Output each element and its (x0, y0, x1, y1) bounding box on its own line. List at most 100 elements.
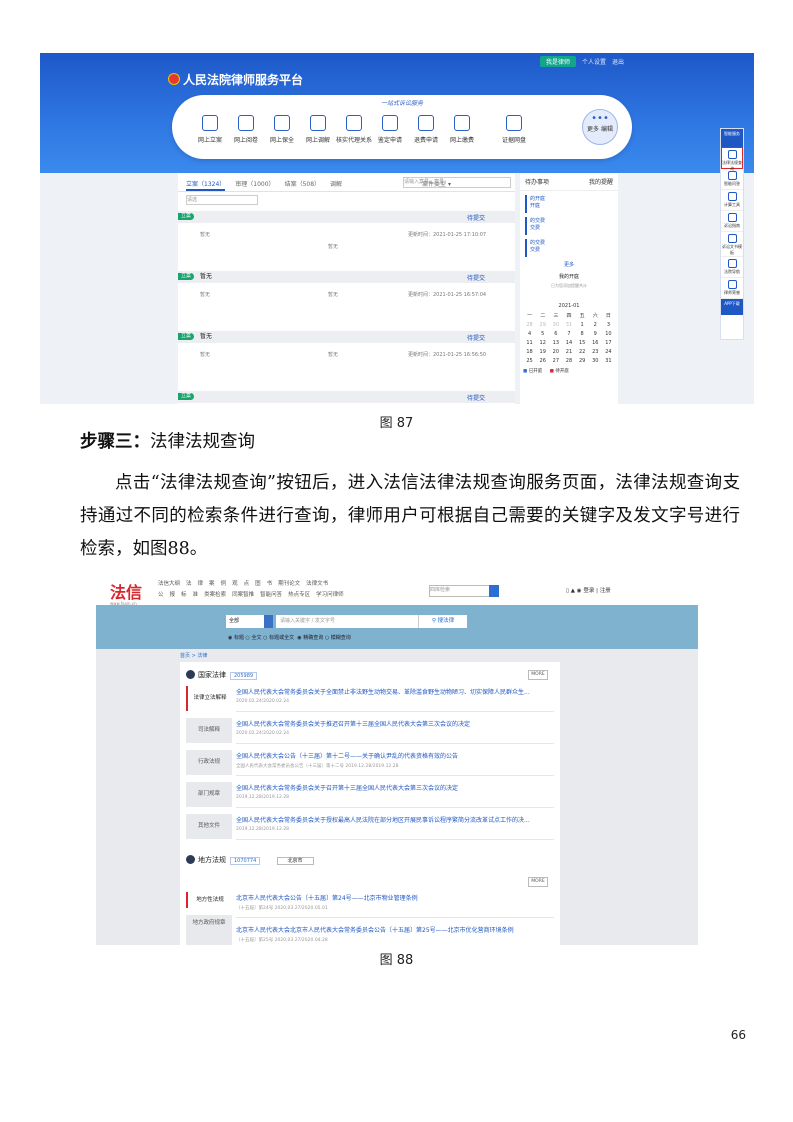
breadcrumb[interactable]: 首页 > 法律 (180, 652, 207, 659)
calendar-day[interactable]: 6 (549, 331, 562, 337)
menu-item[interactable]: 标 (181, 592, 187, 598)
cat-local-law[interactable]: 地方性法规 (186, 892, 232, 908)
calendar-day[interactable]: 25 (523, 358, 536, 364)
calendar-day[interactable]: 29 (576, 358, 589, 364)
case-search-input[interactable]: 请输入案号、案号 (403, 177, 511, 188)
calendar-day[interactable]: 21 (562, 349, 575, 355)
nav-appraisal-request[interactable]: 鉴定申请 (372, 115, 408, 144)
calendar-day[interactable]: 28 (562, 358, 575, 364)
law-row[interactable]: 全国人民代表大会常务委员会关于召开第十三届全国人民代表大会第三次会议的决定 201… (236, 778, 554, 808)
menu-item[interactable]: 学习问律师 (316, 592, 344, 598)
local-more-button[interactable]: MORE (528, 877, 548, 887)
calendar-day[interactable]: 12 (536, 340, 549, 346)
nav-online-review[interactable]: 网上阅卷 (228, 115, 264, 144)
radio-exact[interactable]: 精确查询 (303, 635, 323, 641)
menu-item[interactable]: 图 (255, 581, 261, 587)
nav-verify-agency[interactable]: 核实代理关系 (336, 115, 372, 144)
nav-online-preservation[interactable]: 网上保全 (264, 115, 300, 144)
register-link[interactable]: 注册 (600, 588, 611, 594)
radio-fulltext[interactable]: 全文 (252, 635, 262, 641)
radio-fuzzy[interactable]: 模糊查询 (331, 635, 351, 641)
sidebar-item-guide[interactable]: 诉讼指南 (721, 211, 743, 232)
keyword-input[interactable]: 请输入关键字 / 发文字号 (276, 615, 422, 628)
cat-department[interactable]: 部门规章 (186, 782, 232, 807)
login-link[interactable]: 登录 (583, 588, 594, 594)
case-filter-select[interactable]: 请选 (186, 195, 258, 205)
menu-item[interactable]: 案 (209, 581, 215, 587)
calendar-day[interactable]: 22 (576, 349, 589, 355)
nav-online-mediation[interactable]: 网上调解 (300, 115, 336, 144)
submit-link[interactable]: 待提交 (467, 213, 485, 222)
sidebar-item-navigation[interactable]: 法院导航 (721, 257, 743, 278)
role-select[interactable]: 我是律师 (539, 55, 576, 67)
todo-item[interactable]: 的交费 交费 (525, 239, 613, 257)
menu-item[interactable]: 热点专区 (288, 592, 310, 598)
sidebar-item-calculator[interactable]: 计算工具 (721, 190, 743, 211)
national-more-button[interactable]: MORE (528, 670, 548, 680)
calendar-day[interactable]: 26 (536, 358, 549, 364)
calendar-day[interactable]: 30 (549, 322, 562, 328)
calendar-day[interactable]: 10 (602, 331, 615, 337)
scope-select[interactable]: 全部 (226, 615, 273, 628)
search-law-button[interactable]: ⚲ 搜法律 (418, 615, 467, 628)
nav-online-filing[interactable]: 网上立案 (192, 115, 228, 144)
nav-online-payment[interactable]: 网上缴费 (444, 115, 480, 144)
calendar-day[interactable]: 5 (536, 331, 549, 337)
calendar-day[interactable]: 24 (602, 349, 615, 355)
search-icon[interactable] (489, 585, 499, 597)
case-card[interactable]: 暂无 立案 待提交 暂无 暂无 更新时间：2021-01-25 16:56:50 (178, 331, 515, 392)
calendar-day[interactable]: 31 (602, 358, 615, 364)
sidebar-app-download[interactable]: APP下载 (721, 299, 743, 315)
cat-admin[interactable]: 行政法规 (186, 750, 232, 775)
menu-item[interactable]: 类案检索 (204, 592, 226, 598)
radio-title[interactable]: 标题 (234, 635, 244, 641)
law-row[interactable]: 全国人民代表大会常务委员会关于推迟召开第十三届全国人民代表大会第三次会议的决定 2… (236, 714, 554, 744)
todo-item[interactable]: 的交费 交费 (525, 217, 613, 235)
tab-closed[interactable]: 结案（508） (285, 179, 320, 191)
calendar-day[interactable]: 8 (576, 331, 589, 337)
calendar-day[interactable]: 31 (562, 322, 575, 328)
cat-local-gov-rule[interactable]: 地方政府规章 (186, 915, 232, 945)
calendar-day[interactable]: 13 (549, 340, 562, 346)
logout-link[interactable]: 退出 (612, 57, 624, 66)
submit-link[interactable]: 待提交 (467, 393, 485, 402)
law-row[interactable]: 全国人民代表大会公告（十三届）第十二号——关于确认尹乱的代表资格有效的公告 全国人… (236, 746, 554, 776)
menu-item[interactable]: 报 (170, 592, 176, 598)
case-card[interactable]: 立案 待提交 (178, 391, 515, 404)
cat-law[interactable]: 法律立法解释 (186, 686, 232, 711)
calendar-day[interactable]: 28 (523, 322, 536, 328)
menu-item[interactable]: 法信大纲 (158, 581, 180, 587)
location-select[interactable]: 北京市 (276, 857, 314, 865)
law-row[interactable]: 北京市人民代表大会北京市人民代表大会常务委员会公告〔十五届〕第25号——北京市优… (236, 920, 554, 945)
case-card[interactable]: 暂无 立案 待提交 暂无 暂无 更新时间：2021-01-25 16:57:04 (178, 271, 515, 332)
menu-item[interactable]: 律 (198, 581, 204, 587)
reminder-checkbox[interactable]: 我的提醒 (589, 177, 613, 186)
faxin-logo[interactable]: 法信 www.faxin.cn (110, 579, 142, 606)
tab-mediation[interactable]: 调解 (330, 179, 342, 191)
tab-trial[interactable]: 审理（1000） (235, 179, 274, 191)
radio-title-or-fulltext[interactable]: 标题或全文 (269, 635, 294, 641)
submit-link[interactable]: 待提交 (467, 333, 485, 342)
calendar-day[interactable]: 20 (549, 349, 562, 355)
calendar-day[interactable]: 27 (549, 358, 562, 364)
menu-item[interactable]: 准 (193, 592, 199, 598)
law-row[interactable]: 北京市人民代表大会公告〔十五届〕第24号——北京市物业管理条例 〔十五届〕第24号… (236, 888, 554, 918)
menu-item[interactable]: 期刊论文 (278, 581, 300, 587)
menu-item[interactable]: 法律文书 (306, 581, 328, 587)
submit-link[interactable]: 待提交 (467, 273, 485, 282)
calendar-day[interactable]: 3 (602, 322, 615, 328)
more-edit-button[interactable]: ••• 更多 编辑 (582, 109, 618, 145)
header-search-input[interactable]: 四库检索 (429, 585, 499, 597)
todo-item[interactable]: 的开庭 开庭 (525, 195, 613, 213)
sidebar-item-templates[interactable]: 诉讼文书模板 (721, 232, 743, 257)
todo-more-link[interactable]: 更多 (520, 261, 618, 268)
menu-item[interactable]: 观 (232, 581, 238, 587)
case-card[interactable]: 立案 待提交 暂无 暂无 更新时间：2021-01-25 17:10:07 (178, 211, 515, 272)
calendar-day[interactable]: 9 (589, 331, 602, 337)
calendar-day[interactable]: 15 (576, 340, 589, 346)
calendar-day[interactable]: 11 (523, 340, 536, 346)
calendar-day[interactable]: 7 (562, 331, 575, 337)
calendar-day[interactable]: 17 (602, 340, 615, 346)
menu-item[interactable]: 书 (267, 581, 273, 587)
menu-item[interactable]: 例 (221, 581, 227, 587)
